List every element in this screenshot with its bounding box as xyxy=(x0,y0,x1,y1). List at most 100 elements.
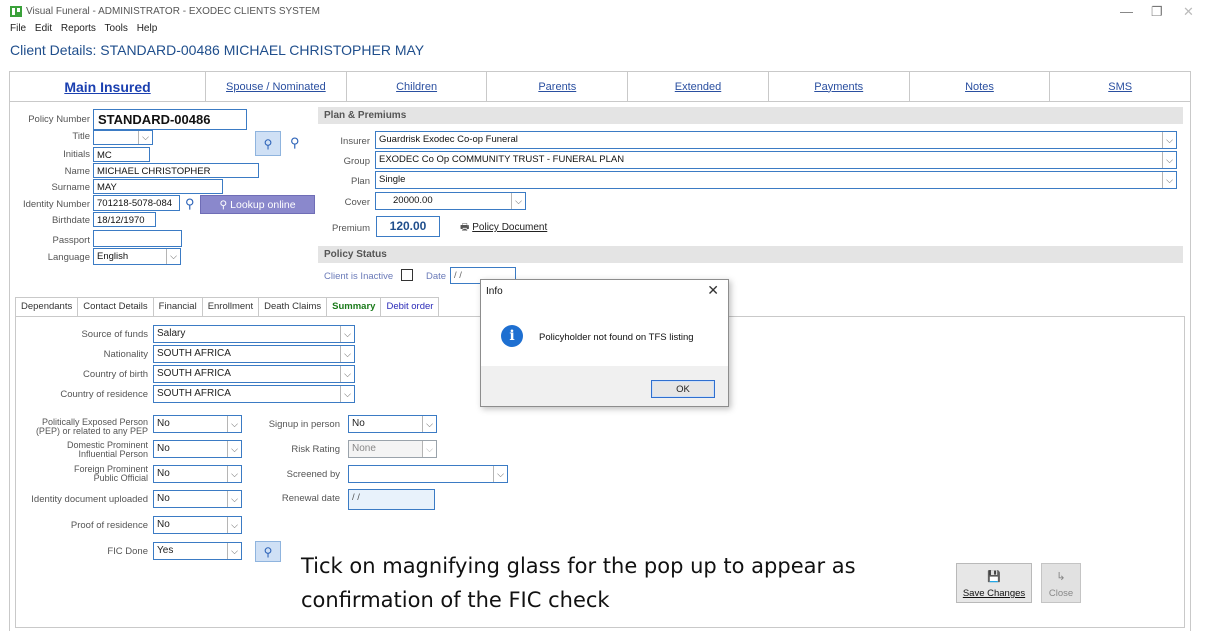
tab-summary[interactable]: Summary xyxy=(326,297,382,316)
close-window-button[interactable]: ✕ xyxy=(1183,4,1194,20)
dialog-close-icon[interactable]: ✕ xyxy=(707,282,719,299)
tab-parents[interactable]: Parents xyxy=(487,72,629,101)
signup-in-person-select[interactable]: No ⌵ xyxy=(348,415,437,433)
printer-icon: 🖶 xyxy=(460,222,470,233)
renewal-date-label: Renewal date xyxy=(281,493,340,504)
menu-edit[interactable]: Edit xyxy=(35,23,52,34)
client-inactive-label: Client is Inactive xyxy=(324,271,394,282)
nationality-select[interactable]: SOUTH AFRICA ⌵ xyxy=(153,345,355,363)
info-icon: i xyxy=(501,325,523,347)
chevron-down-icon: ⌵ xyxy=(340,326,354,342)
pep-select[interactable]: No ⌵ xyxy=(153,415,242,433)
tab-payments[interactable]: Payments xyxy=(769,72,910,101)
fic-done-select[interactable]: Yes ⌵ xyxy=(153,542,242,560)
dialog-title: Info xyxy=(486,286,503,297)
tab-notes[interactable]: Notes xyxy=(910,72,1051,101)
chevron-down-icon: ⌵ xyxy=(422,416,436,432)
date-label: Date xyxy=(426,271,447,282)
screened-by-select[interactable]: ⌵ xyxy=(348,465,508,483)
language-label: Language xyxy=(47,252,90,263)
country-of-residence-select[interactable]: SOUTH AFRICA ⌵ xyxy=(153,385,355,403)
policy-number-field[interactable]: STANDARD-00486 xyxy=(93,109,247,130)
menu-help[interactable]: Help xyxy=(137,23,158,34)
birthdate-label: Birthdate xyxy=(51,215,90,226)
fppo-select[interactable]: No ⌵ xyxy=(153,465,242,483)
top-tab-bar: Main Insured Spouse / Nominated Children… xyxy=(9,71,1191,102)
plan-premiums-header: Plan & Premiums xyxy=(318,107,1183,124)
plan-select[interactable]: Single ⌵ xyxy=(375,171,1177,189)
cover-select[interactable]: 20000.00 ⌵ xyxy=(375,192,526,210)
tab-main-insured[interactable]: Main Insured xyxy=(10,72,206,101)
name-label: Name xyxy=(64,166,90,177)
tab-enrollment[interactable]: Enrollment xyxy=(201,297,260,316)
app-logo-icon xyxy=(10,6,22,17)
chevron-down-icon: ⌵ xyxy=(1162,152,1176,168)
policy-document-link[interactable]: 🖶 Policy Document xyxy=(460,220,547,237)
tab-extended[interactable]: Extended xyxy=(628,72,769,101)
tab-debit-order[interactable]: Debit order xyxy=(380,297,440,316)
passport-label: Passport xyxy=(52,235,91,246)
country-of-birth-select[interactable]: SOUTH AFRICA ⌵ xyxy=(153,365,355,383)
initials-field[interactable]: MC xyxy=(93,147,150,162)
client-inactive-checkbox[interactable] xyxy=(401,269,413,281)
client-header: Client Details: STANDARD-00486 MICHAEL C… xyxy=(10,42,425,58)
tab-contact-details[interactable]: Contact Details xyxy=(77,297,154,316)
signup-in-person-label: Signup in person xyxy=(268,419,340,430)
surname-label: Surname xyxy=(51,182,90,193)
ok-button[interactable]: OK xyxy=(651,380,715,398)
magnifier-icon: ⚲ xyxy=(263,544,273,559)
menu-reports[interactable]: Reports xyxy=(61,23,96,34)
tab-children[interactable]: Children xyxy=(347,72,488,101)
identity-document-select[interactable]: No ⌵ xyxy=(153,490,242,508)
chevron-down-icon: ⌵ xyxy=(1162,132,1176,148)
birthdate-field[interactable]: 18/12/1970 xyxy=(93,212,156,227)
menu-tools[interactable]: Tools xyxy=(105,23,128,34)
magnifier-icon: ⚲ xyxy=(263,136,273,151)
dpip-label: Domestic Prominent Influential Person xyxy=(66,440,148,459)
tab-dependants[interactable]: Dependants xyxy=(15,297,79,316)
premium-field[interactable]: 120.00 xyxy=(376,216,440,237)
passport-field[interactable] xyxy=(93,230,182,247)
title-label: Title xyxy=(72,131,90,142)
risk-rating-select[interactable]: None ⌵ xyxy=(348,440,437,458)
chevron-down-icon: ⌵ xyxy=(227,517,241,533)
menu-bar: File Edit Reports Tools Help xyxy=(10,23,163,34)
chevron-down-icon: ⌵ xyxy=(1162,172,1176,188)
surname-field[interactable]: MAY xyxy=(93,179,223,194)
chevron-down-icon: ⌵ xyxy=(422,441,436,457)
language-select[interactable]: English ⌵ xyxy=(93,248,181,265)
chevron-down-icon: ⌵ xyxy=(493,466,507,482)
tab-sms[interactable]: SMS xyxy=(1050,72,1190,101)
instruction-annotation: Tick on magnifying glass for the pop up … xyxy=(301,554,856,612)
menu-file[interactable]: File xyxy=(10,23,26,34)
identity-number-field[interactable]: 701218-5078-084 xyxy=(93,195,180,211)
chevron-down-icon: ⌵ xyxy=(340,366,354,382)
dpip-select[interactable]: No ⌵ xyxy=(153,440,242,458)
lower-tab-bar: Dependants Contact Details Financial Enr… xyxy=(15,297,440,316)
plan-label: Plan xyxy=(350,176,370,187)
tab-spouse[interactable]: Spouse / Nominated xyxy=(206,72,347,101)
fppo-label: Foreign Prominent Public Official xyxy=(73,464,148,483)
restore-button[interactable]: ❐ xyxy=(1151,4,1163,20)
dialog-body: i Policyholder not found on TFS listing xyxy=(481,304,728,366)
fic-check-button[interactable]: ⚲ xyxy=(255,541,281,562)
id-search-icon[interactable]: ⚲ xyxy=(185,196,195,212)
dialog-message: Policyholder not found on TFS listing xyxy=(539,332,694,343)
source-of-funds-select[interactable]: Salary ⌵ xyxy=(153,325,355,343)
renewal-date-field[interactable]: / / xyxy=(348,489,435,510)
search-name-button[interactable]: ⚲ xyxy=(255,131,281,156)
nationality-label: Nationality xyxy=(103,349,148,360)
tab-financial[interactable]: Financial xyxy=(152,297,203,316)
fic-done-label: FIC Done xyxy=(107,546,148,557)
name-field[interactable]: MICHAEL CHRISTOPHER xyxy=(93,163,259,178)
proof-of-residence-select[interactable]: No ⌵ xyxy=(153,516,242,534)
identity-document-label: Identity document uploaded xyxy=(31,494,148,505)
magnifier-icon: ⚲ xyxy=(219,198,228,211)
insurer-select[interactable]: Guardrisk Exodec Co-op Funeral ⌵ xyxy=(375,131,1177,149)
minimize-button[interactable]: — xyxy=(1120,4,1133,19)
group-select[interactable]: EXODEC Co Op COMMUNITY TRUST - FUNERAL P… xyxy=(375,151,1177,169)
chevron-down-icon: ⌵ xyxy=(227,543,241,559)
chevron-down-icon: ⌵ xyxy=(340,386,354,402)
title-select[interactable]: ⌵ xyxy=(93,130,153,145)
tab-death-claims[interactable]: Death Claims xyxy=(258,297,328,316)
